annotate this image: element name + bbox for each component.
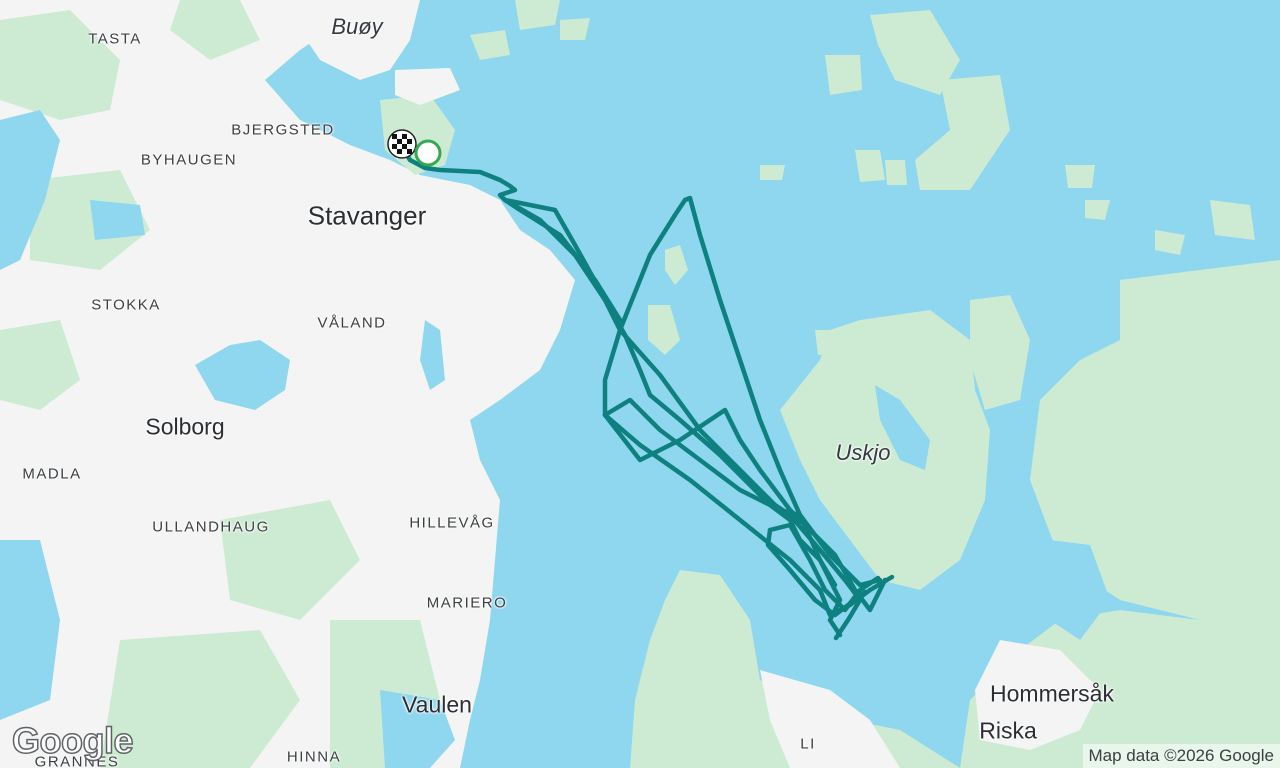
- label-hommersak: Hommersåk: [990, 680, 1114, 707]
- label-uskjo: Uskjo: [835, 440, 891, 465]
- label-hinna: HINNA: [286, 748, 342, 766]
- label-stavanger: Stavanger: [307, 200, 427, 231]
- label-valand: VÅLAND: [317, 314, 387, 332]
- label-li: LI: [800, 735, 816, 753]
- label-madla: MADLA: [22, 465, 82, 483]
- label-buoy: Buøy: [331, 14, 383, 39]
- label-bjergsted: BJERGSTED: [231, 121, 335, 139]
- google-logo: Google: [11, 719, 134, 762]
- label-hillevag: HILLEVÅG: [409, 514, 495, 532]
- label-stokka: STOKKA: [91, 296, 161, 314]
- start-circle-icon: [414, 139, 442, 167]
- checkered-flag-icon: [387, 129, 417, 159]
- label-riska: Riska: [979, 717, 1037, 744]
- label-tasta: TASTA: [88, 30, 142, 48]
- label-ullandhaug: ULLANDHAUG: [152, 518, 270, 536]
- map-base-layer: [0, 0, 1280, 768]
- label-solborg: Solborg: [145, 413, 225, 440]
- mainland-stavanger: [0, 0, 575, 768]
- label-mariero: MARIERO: [426, 594, 508, 612]
- label-byhaugen: BYHAUGEN: [140, 151, 238, 169]
- label-vaulen: Vaulen: [402, 691, 472, 718]
- map-canvas[interactable]: TASTA Buøy BJERGSTED BYHAUGEN Stavanger …: [0, 0, 1280, 768]
- map-attribution[interactable]: Map data ©2026 Google: [1082, 744, 1280, 768]
